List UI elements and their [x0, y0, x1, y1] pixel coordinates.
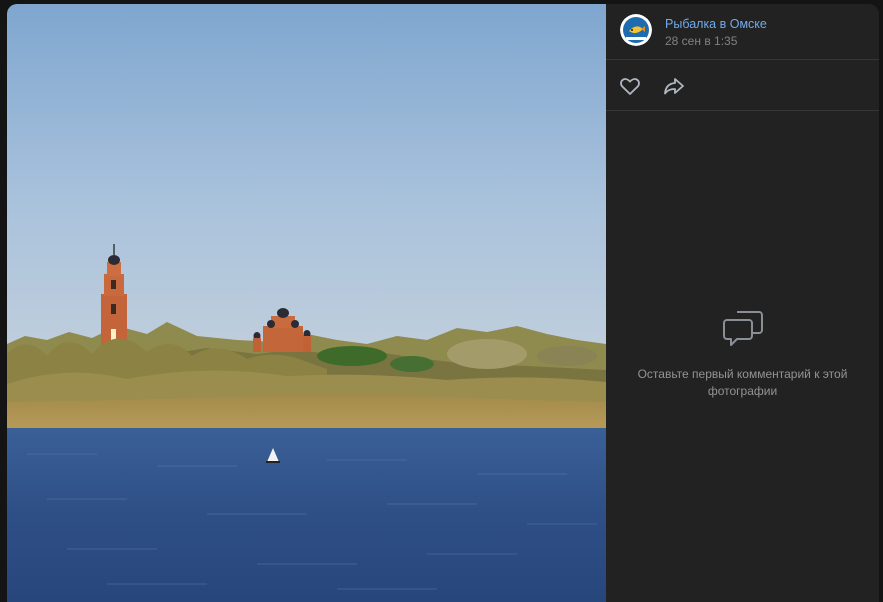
post-date: 28 сен в 1:35: [665, 34, 738, 48]
comments-empty-state: Оставьте первый комментарий к этой фотог…: [606, 304, 879, 400]
heart-outline-icon: [620, 78, 640, 95]
photo-viewer: Рыбалка в Омске 28 сен в 1:35 Оставьте п…: [7, 4, 879, 602]
fish-logo-icon: [620, 14, 652, 46]
post-actions: [606, 60, 879, 111]
share-arrow-icon: [664, 78, 684, 95]
post-side-panel: Рыбалка в Омске 28 сен в 1:35 Оставьте п…: [606, 4, 879, 602]
photo[interactable]: [7, 4, 606, 602]
share-button[interactable]: [662, 74, 686, 98]
comment-bubbles-icon: [719, 304, 767, 352]
community-avatar[interactable]: [620, 14, 652, 46]
like-button[interactable]: [618, 74, 642, 98]
photo-image: [7, 4, 606, 602]
community-name-link[interactable]: Рыбалка в Омске: [665, 17, 767, 31]
comments-empty-text: Оставьте первый комментарий к этой фотог…: [637, 367, 848, 398]
post-header: Рыбалка в Омске 28 сен в 1:35: [606, 4, 879, 60]
